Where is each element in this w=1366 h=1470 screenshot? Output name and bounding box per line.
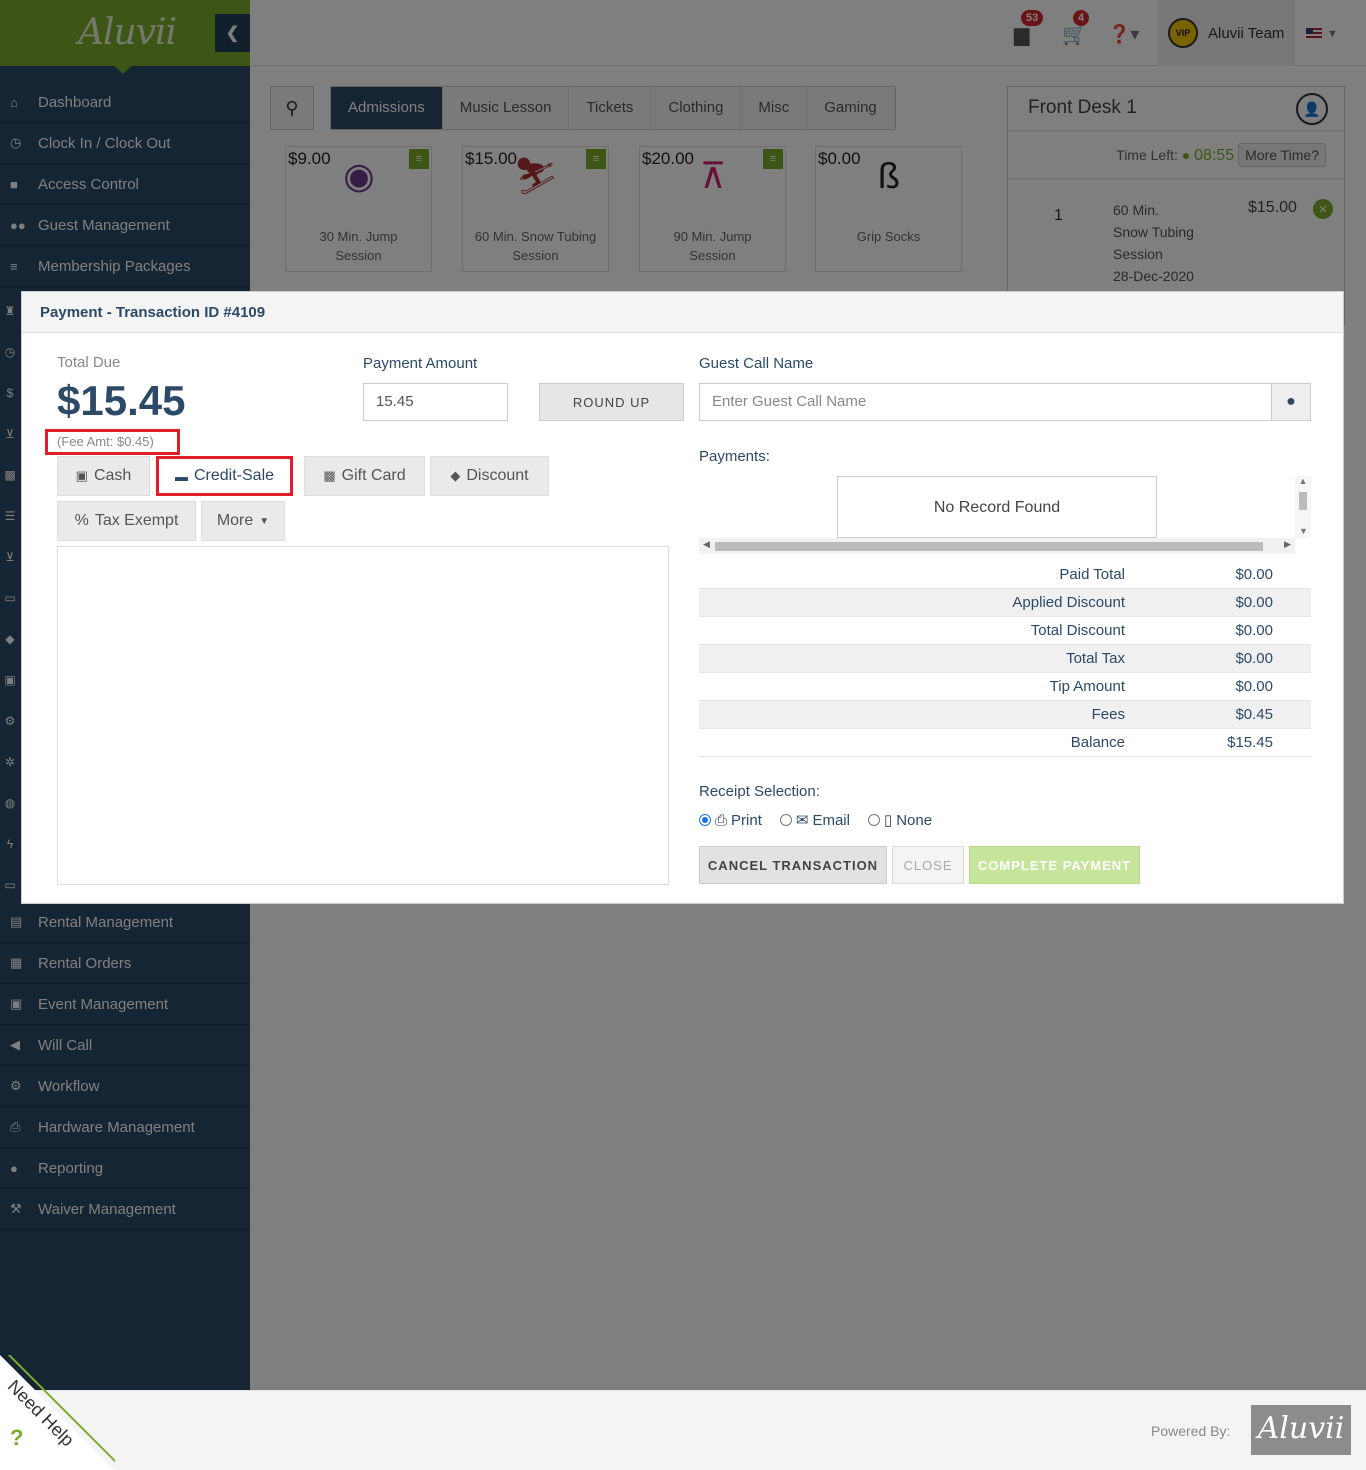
totals-label: Fees — [1091, 706, 1125, 723]
totals-label: Tip Amount — [1049, 678, 1125, 695]
question-icon: ? — [10, 1425, 24, 1450]
receipt-options: ⎙ Print ✉ Email ▯ None — [699, 811, 932, 829]
total-due-label: Total Due — [57, 354, 121, 371]
fee-amount: (Fee Amt: $0.45) — [45, 429, 180, 455]
totals-label: Total Discount — [1030, 622, 1125, 639]
gift-card-button[interactable]: ▩ Gift Card — [304, 456, 425, 496]
gift-icon: ▩ — [323, 468, 336, 483]
discount-label: Discount — [466, 467, 529, 484]
money-icon: ▣ — [75, 468, 88, 483]
receipt-print-label: Print — [731, 811, 762, 829]
credit-sale-label: Credit-Sale — [193, 467, 275, 484]
payment-amount-input[interactable]: 15.45 — [363, 383, 508, 421]
percent-icon: % — [74, 512, 89, 529]
scroll-up-icon[interactable]: ▲ — [1299, 476, 1308, 486]
more-dropdown[interactable]: More ▼ — [201, 501, 285, 541]
envelope-icon: ✉ — [795, 812, 809, 829]
user-icon[interactable]: ● — [1271, 383, 1311, 421]
receipt-none-radio[interactable] — [867, 814, 880, 826]
credit-sale-button[interactable]: ▬ Credit-Sale — [156, 456, 293, 496]
totals-row: Fees $0.45 — [699, 701, 1311, 729]
cash-button[interactable]: ▣ Cash — [57, 456, 150, 496]
totals-label: Applied Discount — [1012, 594, 1125, 611]
totals-row: Paid Total $0.00 — [699, 561, 1311, 589]
totals-row: Balance $15.45 — [699, 729, 1311, 757]
totals-value: $0.45 — [1235, 706, 1273, 723]
tax-exempt-label: Tax Exempt — [94, 512, 179, 529]
caret-down-icon: ▼ — [259, 515, 270, 527]
totals-row: Applied Discount $0.00 — [699, 589, 1311, 617]
payment-method-panel — [57, 546, 669, 885]
scroll-thumb[interactable] — [715, 542, 1263, 551]
more-label: More — [216, 512, 254, 529]
payments-label: Payments: — [699, 448, 770, 465]
totals-table: Paid Total $0.00 Applied Discount $0.00 To… — [699, 561, 1311, 757]
need-help-triangle — [0, 1355, 115, 1470]
receipt-selection-label: Receipt Selection: — [699, 783, 820, 800]
totals-row: Total Tax $0.00 — [699, 645, 1311, 673]
totals-value: $0.00 — [1235, 678, 1273, 695]
guest-call-name-label: Guest Call Name — [699, 355, 814, 372]
footer-logo[interactable]: Aluvii — [1251, 1405, 1351, 1455]
file-icon: ▯ — [883, 812, 893, 829]
scroll-thumb[interactable] — [1299, 492, 1307, 510]
totals-label: Total Tax — [1066, 650, 1125, 667]
receipt-email-label: Email — [812, 811, 850, 829]
payment-modal: Payment - Transaction ID #4109 Total Due… — [21, 291, 1344, 904]
totals-value: $0.00 — [1235, 622, 1273, 639]
complete-payment-button[interactable]: COMPLETE PAYMENT — [969, 846, 1140, 884]
discount-button[interactable]: ◆ Discount — [430, 456, 549, 496]
payments-table: No Record Found ▲ ▼ ◀ ▶ — [699, 476, 1311, 556]
credit-card-icon: ▬ — [174, 468, 188, 484]
payment-amount-label: Payment Amount — [363, 355, 478, 372]
tag-icon: ◆ — [450, 468, 461, 483]
totals-row: Total Discount $0.00 — [699, 617, 1311, 645]
totals-value: $0.00 — [1235, 566, 1273, 583]
receipt-none-label: None — [896, 811, 933, 829]
totals-row: Tip Amount $0.00 — [699, 673, 1311, 701]
footer: Powered By: Aluvii — [0, 1390, 1366, 1470]
totals-value: $0.00 — [1235, 650, 1273, 667]
no-record-message: No Record Found — [837, 476, 1157, 538]
total-due-amount: $15.45 — [57, 377, 186, 424]
scroll-left-icon[interactable]: ◀ — [703, 539, 710, 550]
round-up-button[interactable]: ROUND UP — [539, 383, 684, 421]
close-button[interactable]: CLOSE — [892, 846, 964, 884]
printer-icon: ⎙ — [715, 811, 728, 829]
gift-card-label: Gift Card — [341, 467, 406, 484]
scroll-right-icon[interactable]: ▶ — [1284, 539, 1291, 550]
cash-label: Cash — [93, 467, 132, 484]
totals-label: Balance — [1070, 734, 1125, 751]
receipt-email-radio[interactable] — [779, 814, 792, 826]
guest-call-name-input[interactable]: Enter Guest Call Name — [699, 383, 1272, 421]
tax-exempt-button[interactable]: % Tax Exempt — [57, 501, 196, 541]
totals-label: Paid Total — [1059, 566, 1125, 583]
powered-by-label: Powered By: — [1151, 1423, 1231, 1439]
vertical-scrollbar[interactable]: ▲ ▼ — [1295, 476, 1311, 538]
need-help-ribbon[interactable]: Need Help ? — [0, 1355, 115, 1470]
receipt-print-radio[interactable] — [699, 814, 711, 826]
modal-title: Payment - Transaction ID #4109 — [22, 292, 1343, 333]
totals-value: $15.45 — [1227, 734, 1273, 751]
scroll-down-icon[interactable]: ▼ — [1299, 526, 1308, 536]
horizontal-scrollbar[interactable]: ◀ ▶ — [699, 538, 1295, 554]
cancel-transaction-button[interactable]: CANCEL TRANSACTION — [699, 846, 887, 884]
totals-value: $0.00 — [1235, 594, 1273, 611]
